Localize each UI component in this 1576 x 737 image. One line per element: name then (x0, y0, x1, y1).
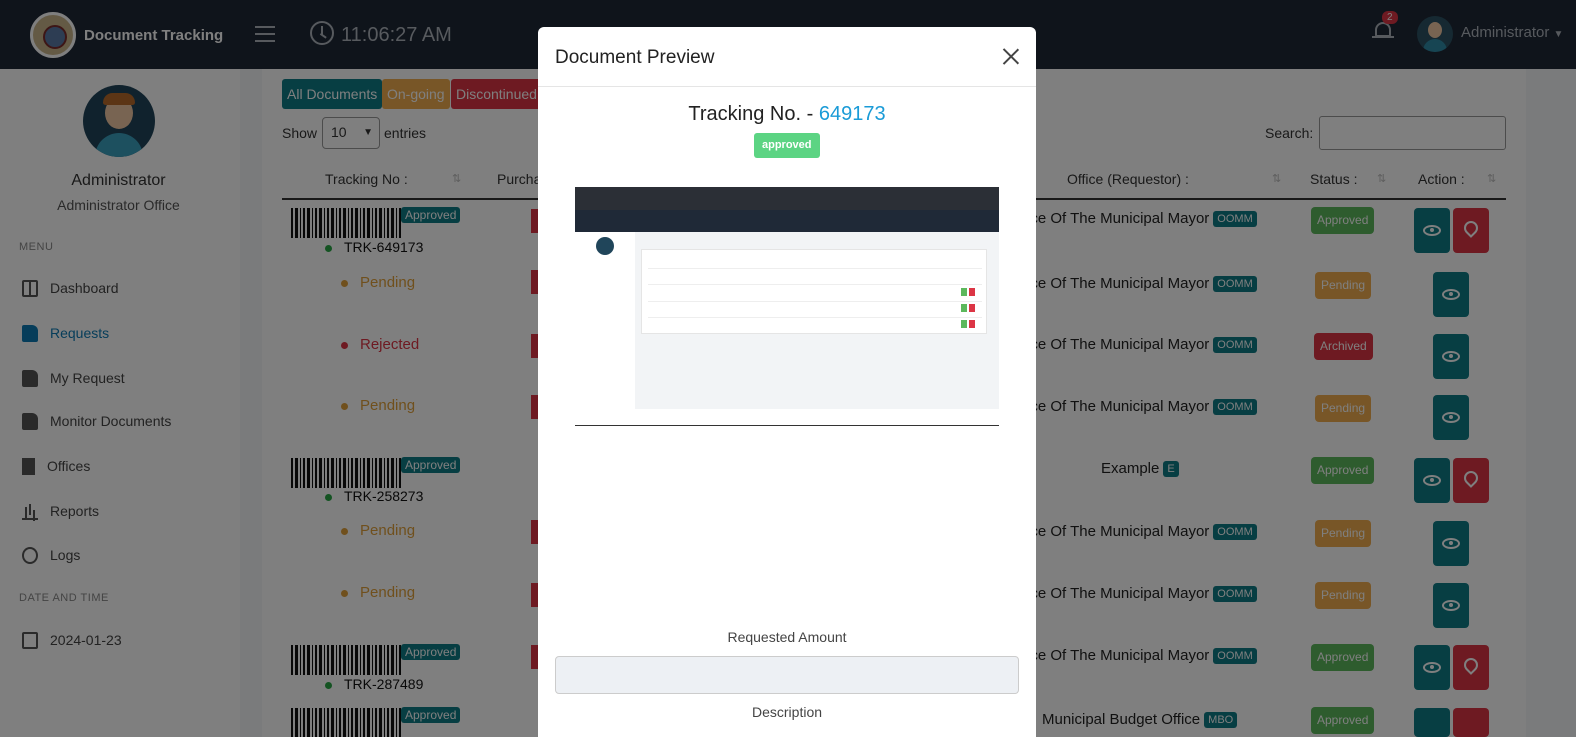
preview-sidebar (575, 232, 635, 425)
tracking-prefix: Tracking No. - (688, 103, 819, 125)
description-label: Description (751, 704, 823, 720)
requested-amount-field[interactable] (555, 656, 1019, 694)
preview-footer (635, 409, 999, 425)
modal-tracking: Tracking No. - 649173 (538, 103, 1036, 126)
preview-office-list (641, 249, 987, 334)
modal-status-badge: approved (754, 133, 820, 158)
preview-browser-chrome (575, 187, 999, 210)
document-attachment-image[interactable] (575, 187, 999, 426)
close-icon[interactable] (1002, 48, 1019, 65)
preview-avatar (596, 237, 614, 255)
document-preview-modal: Document Preview Tracking No. - 649173 a… (538, 27, 1036, 737)
modal-title: Document Preview (555, 47, 715, 68)
requested-amount-label: Requested Amount (727, 629, 847, 645)
preview-navbar (575, 210, 999, 232)
modal-header-divider (538, 86, 1036, 87)
tracking-number-link: 649173 (818, 103, 886, 125)
